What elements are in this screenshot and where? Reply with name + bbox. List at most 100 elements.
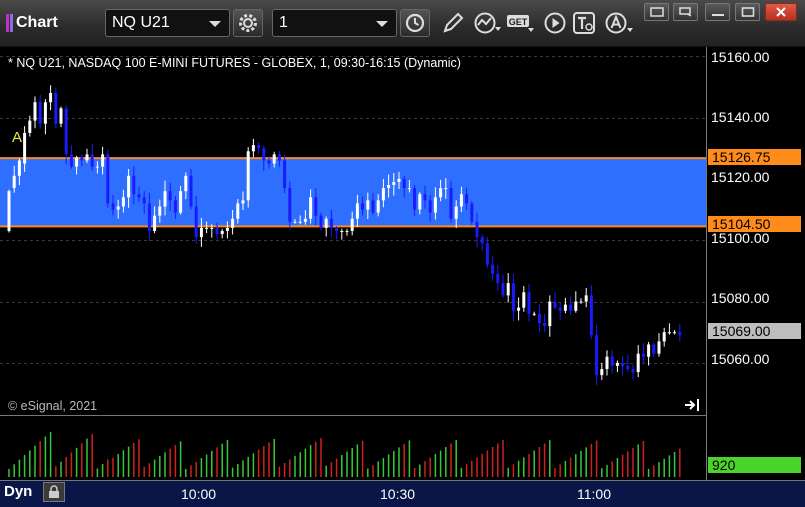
candle-body (667, 332, 671, 334)
candle-body (350, 218, 354, 231)
study-icon (474, 12, 501, 34)
candle-body (158, 206, 162, 216)
get-data-button[interactable]: GET (506, 9, 536, 37)
candle-body (137, 194, 141, 198)
price-chart[interactable] (0, 47, 805, 507)
candle-body (423, 194, 427, 201)
candle-body (439, 188, 443, 198)
candle-body (537, 313, 541, 323)
close-button[interactable] (765, 3, 797, 21)
candle-body (54, 93, 58, 124)
time-tick: 11:00 (577, 486, 611, 502)
chart-annotation-label: A (12, 129, 23, 146)
candle-body (106, 154, 110, 204)
replay-button[interactable] (540, 9, 570, 37)
candle-body (33, 102, 37, 121)
candle-body (548, 301, 552, 327)
candle-body (407, 188, 411, 190)
symbol-value: NQ U21 (112, 14, 170, 31)
candle-body (121, 197, 125, 207)
candle-body (496, 273, 500, 284)
candle-body (636, 353, 640, 373)
settings-gear-icon (239, 14, 257, 32)
draw-tool-button[interactable] (438, 9, 468, 37)
candle-body (236, 203, 240, 219)
candle-body (17, 160, 21, 176)
clock-icon (405, 13, 425, 33)
candle-body (257, 145, 261, 149)
maximize-icon (741, 7, 754, 17)
zone-bottom-price-badge: 15104.50 (708, 216, 801, 232)
candle-body (116, 206, 120, 210)
candle-body (522, 292, 526, 308)
minimize-button[interactable] (673, 3, 698, 21)
candle-body (563, 304, 567, 311)
candle-body (179, 191, 183, 213)
scale-mode-button[interactable] (43, 482, 65, 502)
candle-body (101, 154, 105, 167)
candle-body (142, 197, 146, 204)
symbol-settings-button[interactable] (233, 9, 263, 37)
link-icon (649, 7, 664, 17)
candle-body (293, 221, 297, 223)
candle-body (7, 191, 11, 231)
candle-body (49, 93, 53, 103)
candle-body (678, 332, 682, 336)
candle-body (340, 231, 344, 232)
candle-body (527, 292, 531, 314)
chart-header: * NQ U21, NASDAQ 100 E-MINI FUTURES - GL… (8, 56, 461, 70)
candle-body (371, 200, 375, 213)
alert-button[interactable] (604, 9, 634, 37)
restore-button[interactable] (705, 3, 730, 21)
candle-body (283, 160, 287, 189)
studies-button[interactable] (472, 9, 502, 37)
candle-body (38, 102, 42, 124)
get-icon: GET (507, 15, 534, 32)
candle-body (553, 301, 557, 308)
candle-body (558, 307, 562, 311)
candle-body (241, 200, 245, 204)
candle-body (147, 203, 151, 231)
candle-body (184, 175, 188, 192)
interval-selector[interactable]: 1 (272, 9, 397, 37)
link-button[interactable] (644, 3, 669, 21)
candle-body (381, 188, 385, 201)
text-tool-button[interactable] (570, 9, 600, 37)
candle-body (641, 353, 645, 357)
candle-body (28, 120, 32, 133)
symbol-selector[interactable]: NQ U21 (105, 9, 230, 37)
candle-body (387, 185, 391, 189)
candle-body (459, 194, 463, 207)
candle-body (246, 151, 250, 201)
scroll-to-end-button[interactable] (684, 398, 702, 417)
candle-body (298, 221, 302, 223)
time-tick: 10:30 (380, 486, 416, 502)
alert-icon (605, 12, 633, 34)
candle-body (517, 307, 521, 311)
play-icon (544, 12, 566, 34)
candle-body (615, 362, 619, 366)
candle-body (95, 166, 99, 168)
candle-body (485, 243, 489, 265)
candle-body (329, 218, 333, 228)
restore-icon (711, 14, 724, 16)
candle-body (314, 197, 318, 216)
chevron-down-icon (376, 21, 388, 27)
candle-body (579, 301, 583, 303)
candle-body (220, 231, 224, 235)
candle-body (127, 175, 131, 198)
candle-body (23, 132, 27, 164)
interval-settings-button[interactable] (400, 9, 430, 37)
candle-body (480, 237, 484, 244)
volume-badge: 920 (708, 457, 801, 473)
get-icon-text: GET (509, 17, 528, 27)
pencil-icon (443, 12, 464, 33)
scale-mode-label[interactable]: Dyn (4, 483, 32, 500)
candle-body (303, 218, 307, 222)
candle-body (163, 191, 167, 207)
maximize-button[interactable] (735, 3, 760, 21)
candle-body (652, 344, 656, 354)
text-tool-icon (573, 12, 595, 34)
candle-body (215, 227, 219, 235)
price-tick: 15080.00 (711, 290, 770, 306)
